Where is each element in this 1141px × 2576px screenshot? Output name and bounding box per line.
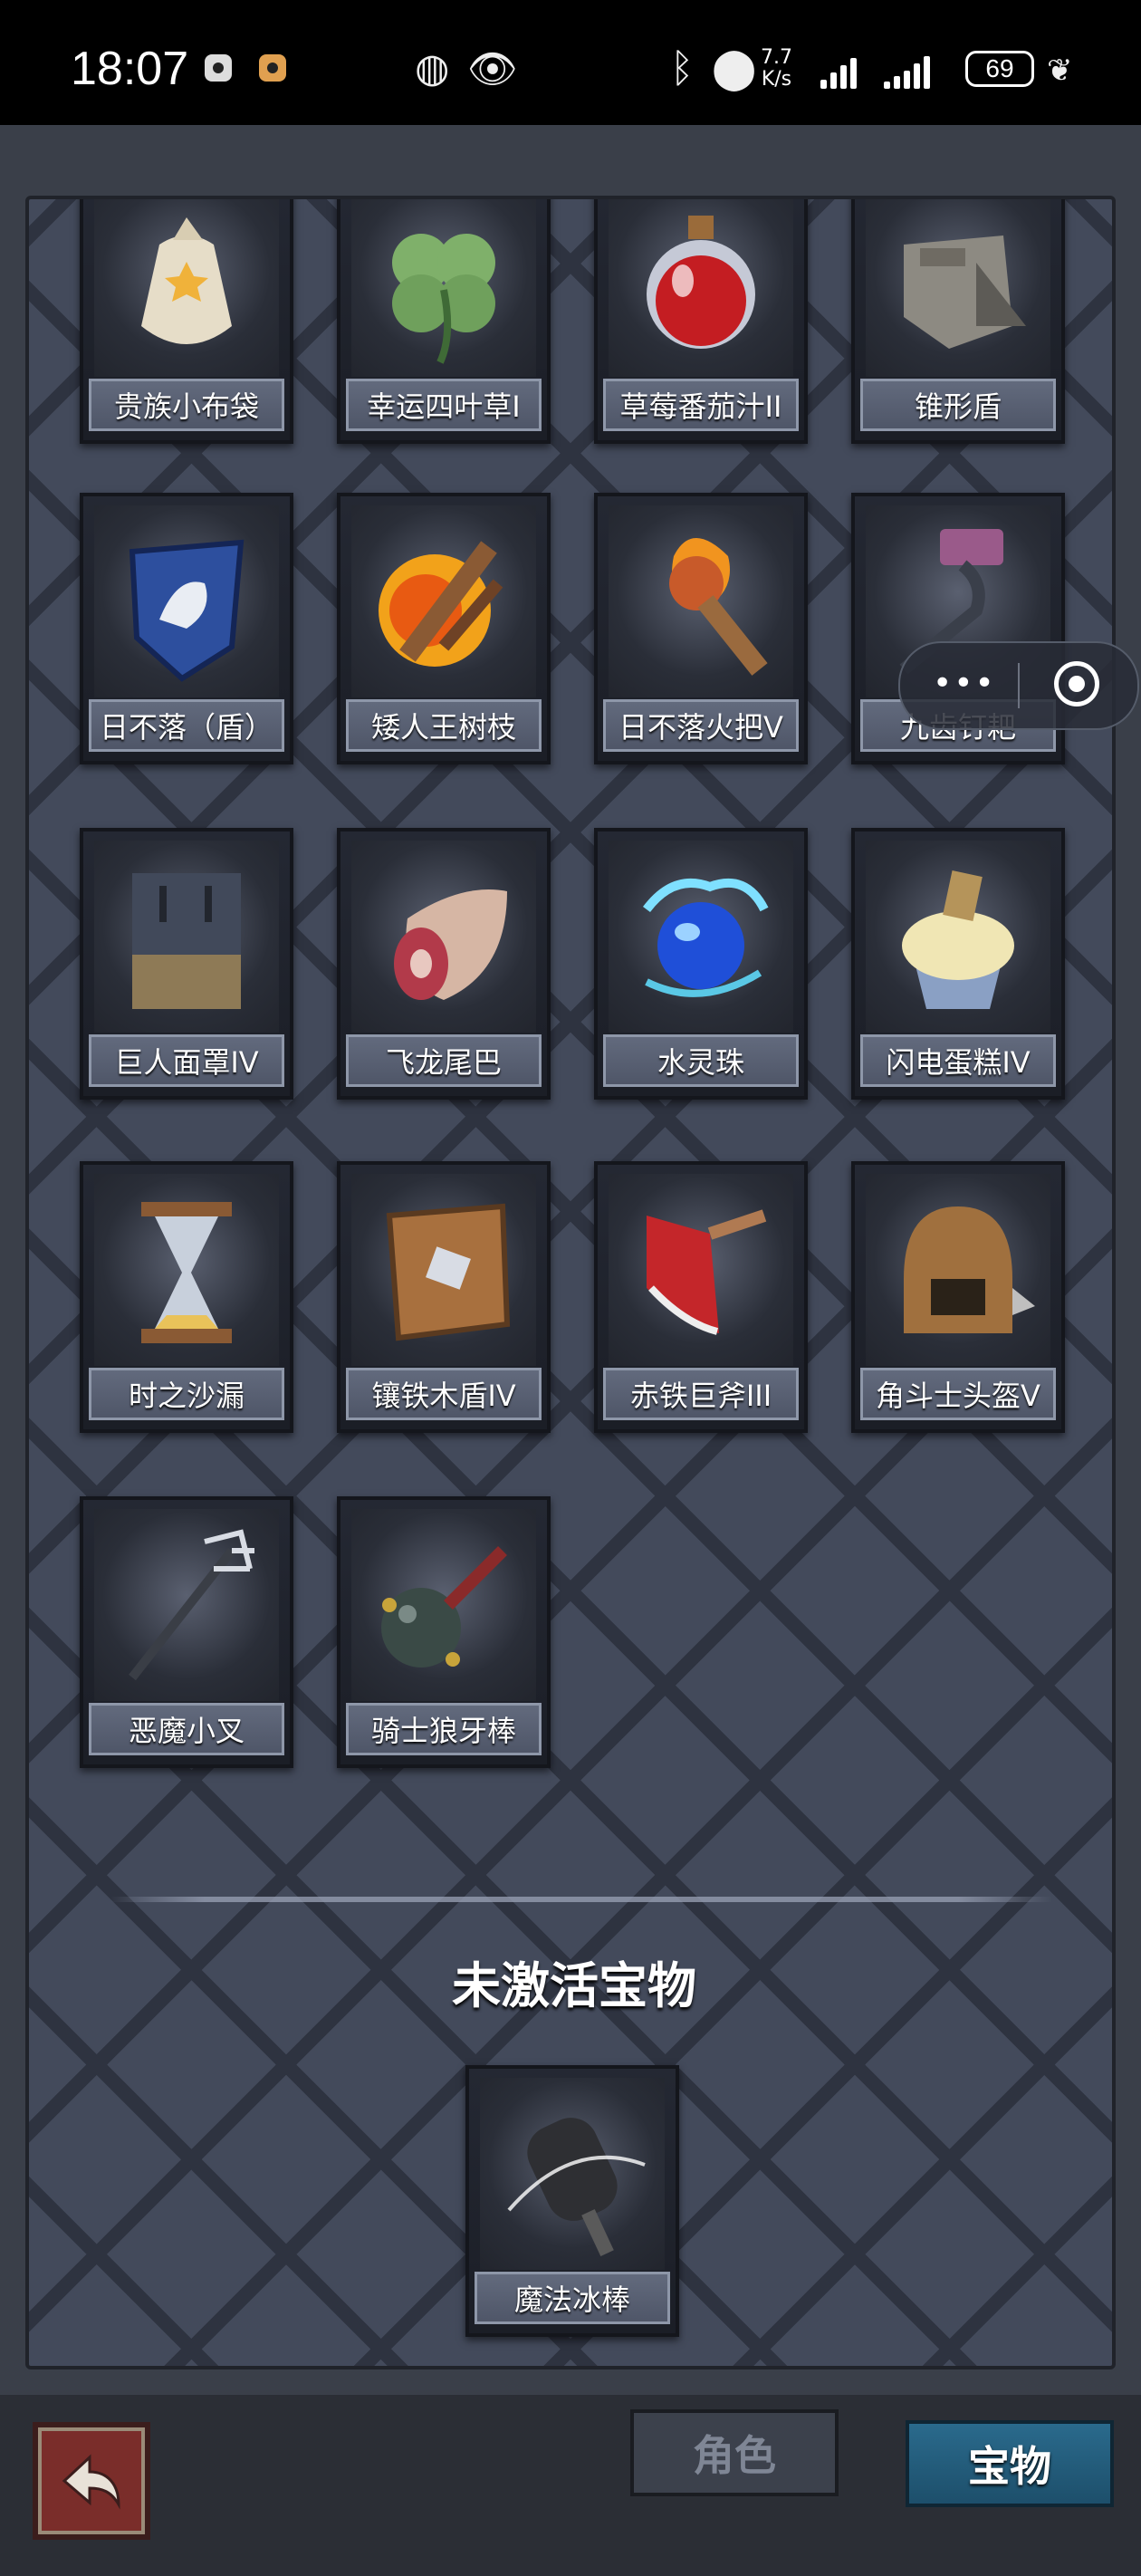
- treasure-card[interactable]: 日不落火把V: [594, 493, 808, 764]
- giant-mask-icon: [94, 841, 279, 1033]
- treasure-name: 巨人面罩IV: [89, 1034, 284, 1087]
- treasure-name: 锥形盾: [860, 379, 1056, 431]
- net-speed-value: 7.7: [761, 46, 792, 69]
- treasure-card[interactable]: 角斗士头盔V: [851, 1161, 1065, 1433]
- red-potion-icon: [609, 199, 793, 377]
- treasure-card[interactable]: 矮人王树枝: [337, 493, 551, 764]
- spiked-shield-icon: [866, 199, 1050, 377]
- treasure-name: 魔法冰棒: [475, 2272, 670, 2324]
- back-button[interactable]: [33, 2422, 150, 2540]
- app-notification-icon: [259, 54, 286, 82]
- return-arrow-icon: [62, 2454, 120, 2510]
- notification-icon: [205, 54, 232, 82]
- lion-shield-icon: [94, 505, 279, 697]
- treasure-card[interactable]: 草莓番茄汁II: [594, 199, 808, 444]
- dragon-tail-meat-icon: [351, 841, 536, 1033]
- signal-2-icon: [884, 53, 930, 89]
- hd-call-icon: ◍: [415, 45, 450, 91]
- treasure-card[interactable]: 镶铁木盾IV: [337, 1161, 551, 1433]
- four-leaf-clover-icon: [351, 199, 536, 377]
- signal-icon: [820, 53, 857, 89]
- more-icon[interactable]: •••: [933, 668, 996, 700]
- treasure-name: 日不落火把V: [603, 699, 799, 752]
- gladiator-helmet-icon: [866, 1174, 1050, 1366]
- torch-icon: [609, 505, 793, 697]
- status-bar: 18:07 ◍ 👁 ᛒ ⬤ 7.7 K/s 69 ❦: [0, 0, 1141, 125]
- water-orb-icon: [609, 841, 793, 1033]
- tab-role[interactable]: 角色: [630, 2409, 839, 2496]
- treasure-name: 贵族小布袋: [89, 379, 284, 431]
- treasure-name: 骑士狼牙棒: [346, 1703, 542, 1755]
- treasure-name: 矮人王树枝: [346, 699, 542, 752]
- mace-icon: [351, 1509, 536, 1701]
- treasure-card[interactable]: 巨人面罩IV: [80, 828, 293, 1100]
- treasure-card[interactable]: 幸运四叶草I: [337, 199, 551, 444]
- treasure-card[interactable]: 闪电蛋糕IV: [851, 828, 1065, 1100]
- treasure-name: 飞龙尾巴: [346, 1034, 542, 1087]
- treasure-name: 日不落（盾）: [89, 699, 284, 752]
- cupcake-icon: [866, 841, 1050, 1033]
- cloth-pouch-icon: [94, 199, 279, 377]
- treasure-card[interactable]: 锥形盾: [851, 199, 1065, 444]
- treasure-name: 恶魔小叉: [89, 1703, 284, 1755]
- leaf-icon: ❦: [1047, 53, 1073, 89]
- close-miniprogram-icon[interactable]: [1054, 661, 1099, 706]
- treasure-name: 镶铁木盾IV: [346, 1368, 542, 1420]
- treasure-panel: 贵族小布袋幸运四叶草I草莓番茄汁II锥形盾日不落（盾）矮人王树枝日不落火把V九齿…: [25, 196, 1116, 2369]
- status-time: 18:07: [71, 43, 189, 95]
- treasure-name: 时之沙漏: [89, 1368, 284, 1420]
- treasure-card[interactable]: 时之沙漏: [80, 1161, 293, 1433]
- treasure-card[interactable]: 飞龙尾巴: [337, 828, 551, 1100]
- inactive-title: 未激活宝物: [452, 1957, 696, 2014]
- eye-comfort-icon: 👁: [467, 46, 518, 92]
- treasure-card[interactable]: 骑士狼牙棒: [337, 1496, 551, 1768]
- treasure-card[interactable]: 日不落（盾）: [80, 493, 293, 764]
- treasure-name: 赤铁巨斧III: [603, 1368, 799, 1420]
- treasure-card[interactable]: 贵族小布袋: [80, 199, 293, 444]
- location-icon: ⬤: [712, 45, 757, 91]
- bottom-bar: 角色 宝物: [0, 2395, 1141, 2576]
- treasure-card[interactable]: 恶魔小叉: [80, 1496, 293, 1768]
- hourglass-icon: [94, 1174, 279, 1366]
- battery-icon: 69: [965, 51, 1034, 87]
- capsule-divider: [1018, 663, 1020, 708]
- treasure-name: 幸运四叶草I: [346, 379, 542, 431]
- treasure-name: 水灵珠: [603, 1034, 799, 1087]
- network-speed: 7.7 K/s: [761, 47, 792, 91]
- mini-program-capsule: •••: [898, 641, 1139, 730]
- treasure-card[interactable]: 水灵珠: [594, 828, 808, 1100]
- treasure-name: 草莓番茄汁II: [603, 379, 799, 431]
- wooden-shield-icon: [351, 1174, 536, 1366]
- treasure-name: 闪电蛋糕IV: [860, 1034, 1056, 1087]
- treasure-name: 角斗士头盔V: [860, 1368, 1056, 1420]
- divider: [110, 1897, 1052, 1902]
- tab-treasure[interactable]: 宝物: [906, 2420, 1114, 2507]
- trident-icon: [94, 1509, 279, 1701]
- bluetooth-icon: ᛒ: [670, 45, 695, 91]
- treasure-card[interactable]: 魔法冰棒: [465, 2065, 679, 2337]
- net-speed-unit: K/s: [761, 68, 792, 91]
- flaming-branch-icon: [351, 505, 536, 697]
- red-axe-icon: [609, 1174, 793, 1366]
- treasure-card[interactable]: 赤铁巨斧III: [594, 1161, 808, 1433]
- ice-pop-icon: [480, 2078, 665, 2270]
